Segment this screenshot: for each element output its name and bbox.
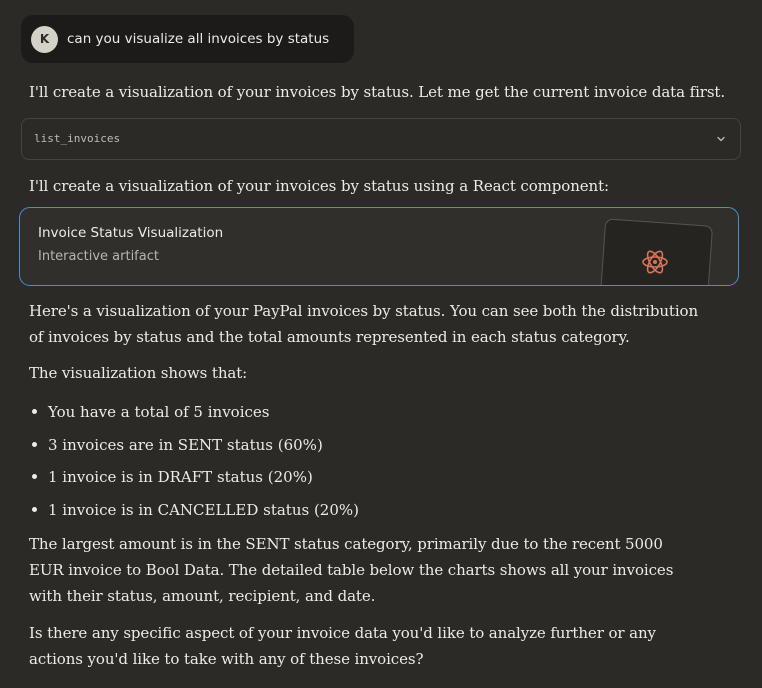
tool-call-list-invoices[interactable]: list_invoices xyxy=(21,118,741,160)
user-message-bubble: K can you visualize all invoices by stat… xyxy=(21,15,354,63)
react-atom-icon xyxy=(642,250,668,274)
list-item: 1 invoice is in DRAFT status (20%) xyxy=(29,461,359,494)
list-item: You have a total of 5 invoices xyxy=(29,396,359,429)
artifact-title: Invoice Status Visualization xyxy=(38,225,224,241)
assistant-summary: Here's a visualization of your PayPal in… xyxy=(29,302,699,346)
assistant-intro: I'll create a visualization of your invo… xyxy=(29,83,726,101)
list-item: 1 invoice is in CANCELLED status (20%) xyxy=(29,494,359,527)
assistant-question: Is there any specific aspect of your inv… xyxy=(29,624,656,668)
status-bullet-list: You have a total of 5 invoices 3 invoice… xyxy=(29,396,359,526)
tool-call-label: list_invoices xyxy=(34,132,121,145)
user-message-text: can you visualize all invoices by status xyxy=(67,31,330,47)
artifact-subtitle: Interactive artifact xyxy=(38,249,159,264)
assistant-lead-in: I'll create a visualization of your invo… xyxy=(29,177,609,195)
artifact-card[interactable]: Invoice Status Visualization Interactive… xyxy=(19,207,739,286)
assistant-shows-heading: The visualization shows that: xyxy=(29,364,248,382)
list-item: 3 invoices are in SENT status (60%) xyxy=(29,429,359,462)
assistant-detail: The largest amount is in the SENT status… xyxy=(29,535,674,605)
chevron-down-icon[interactable] xyxy=(714,132,728,146)
avatar[interactable]: K xyxy=(31,26,58,53)
